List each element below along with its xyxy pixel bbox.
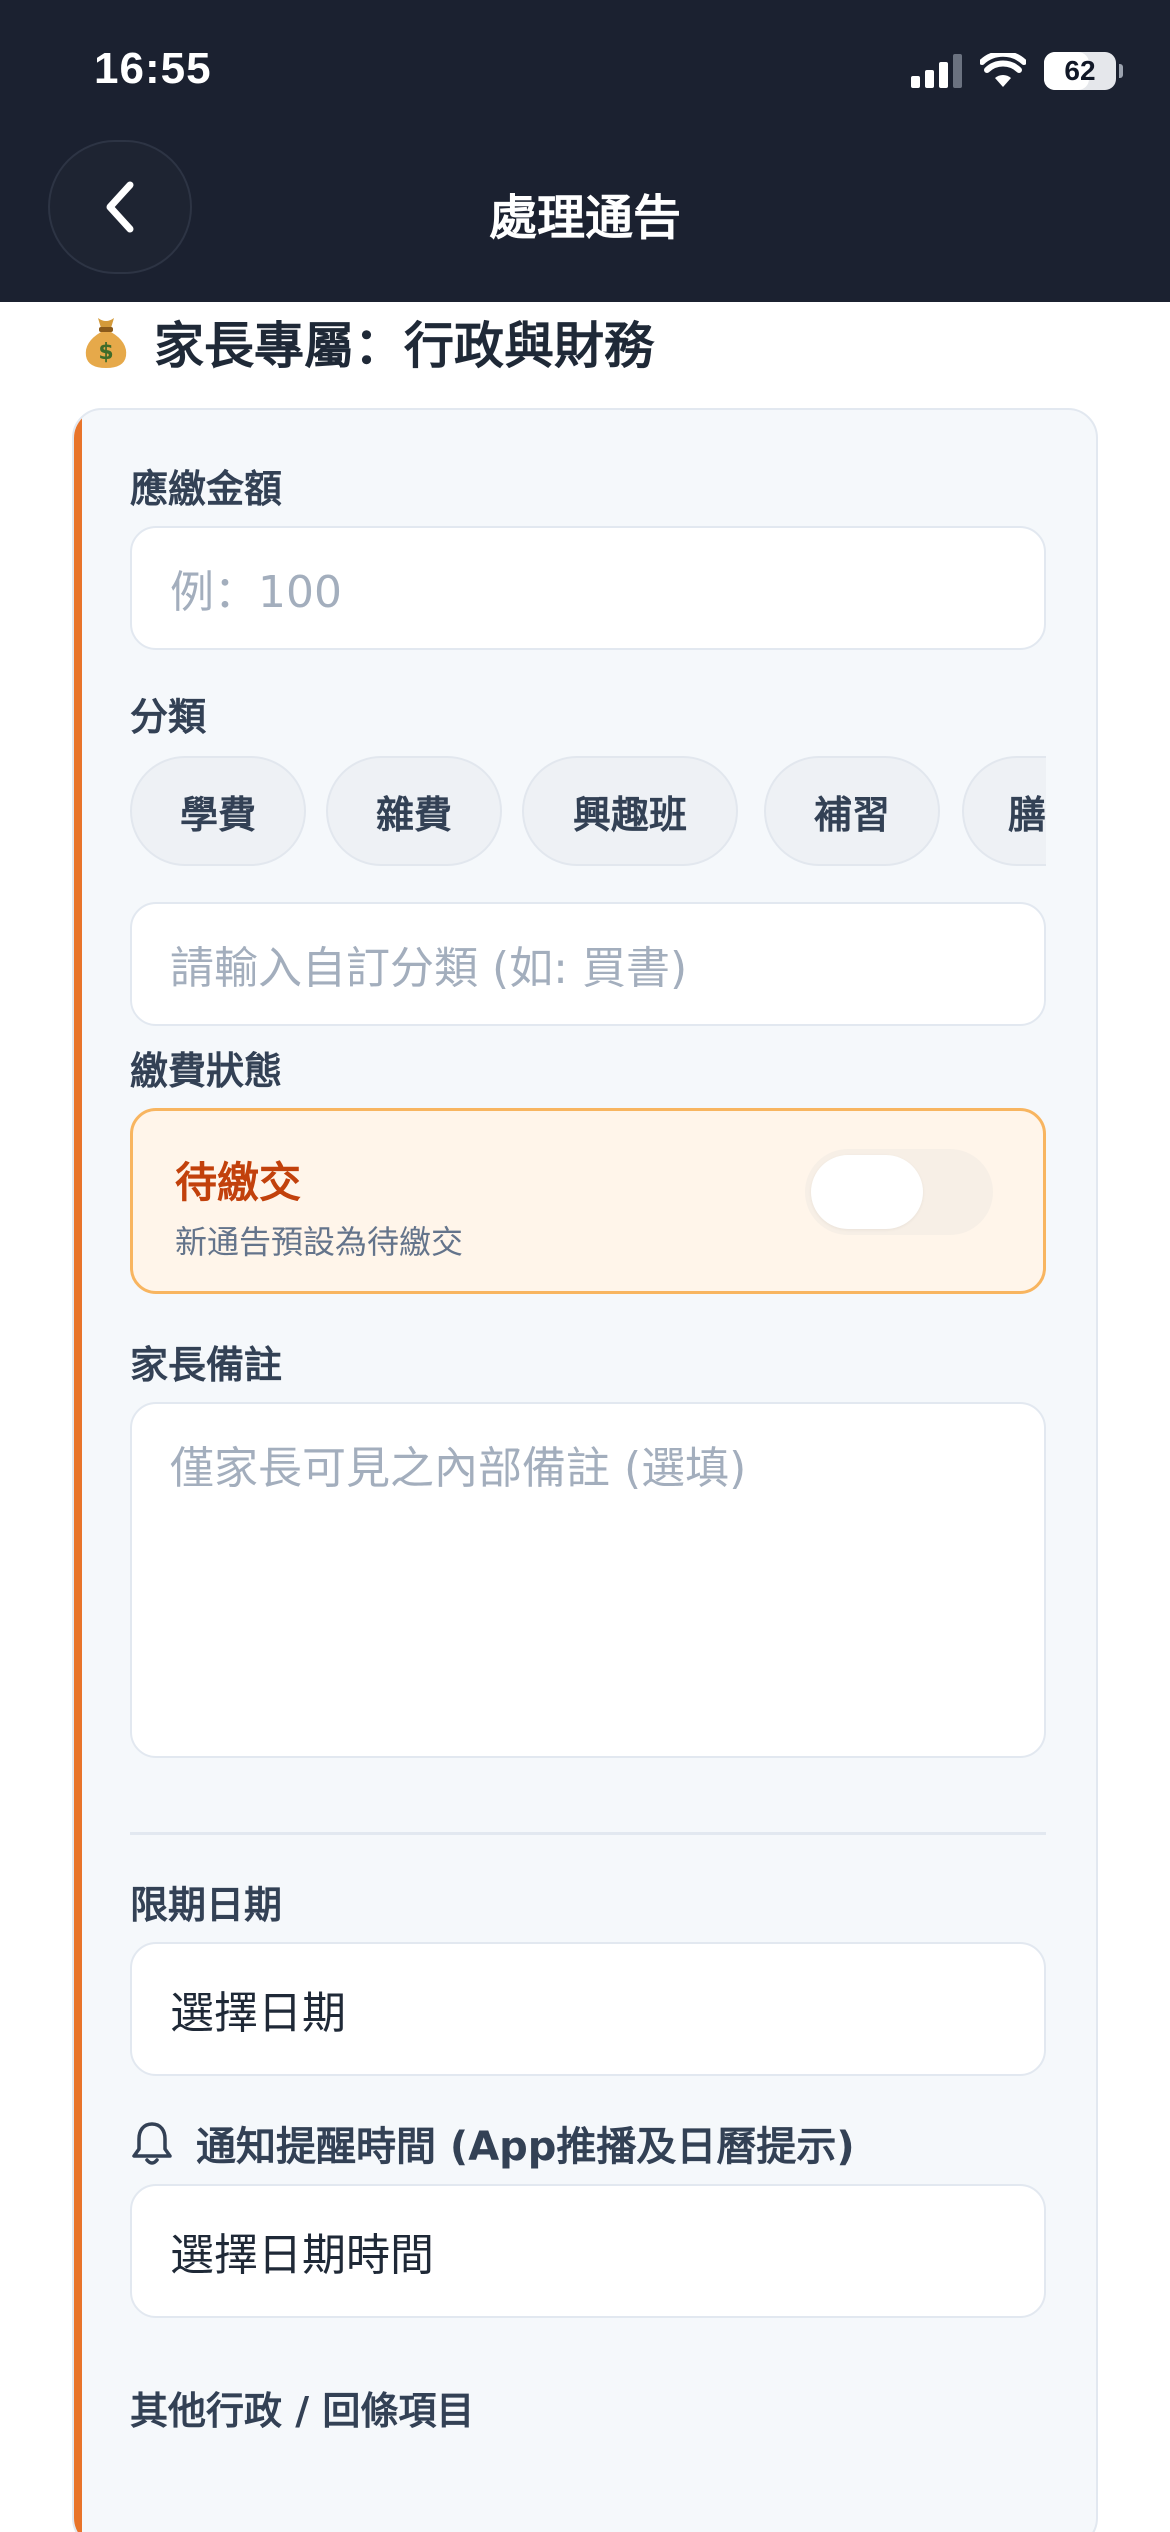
deadline-label: 限期日期 [130,1883,283,1927]
reminder-label: 通知提醒時間 (App推播及日曆提示) [196,2124,855,2170]
toggle-knob [811,1155,923,1229]
page-title: 處理通告 [488,190,681,246]
payment-status-title: 待繳交 [175,1158,302,1207]
status-icons: 62 [911,52,1123,90]
parent-note-label: 家長備註 [130,1343,283,1387]
chip-meals[interactable]: 膳 [962,756,1046,866]
chip-misc[interactable]: 雜費 [326,756,502,866]
reminder-datetime-picker[interactable]: 選擇日期時間 [130,2184,1046,2318]
parent-note-textarea[interactable]: 僅家長可見之內部備註 (選填) [130,1402,1046,1758]
amount-label: 應繳金額 [130,467,283,511]
category-label: 分類 [130,695,207,739]
other-items-label: 其他行政 / 回條項目 [130,2389,475,2433]
chip-tuition[interactable]: 學費 [130,756,306,866]
payment-status-label: 繳費狀態 [130,1049,283,1093]
chip-tutoring[interactable]: 補習 [764,756,940,866]
divider [130,1832,1046,1835]
status-time: 16:55 [94,44,212,93]
custom-category-input[interactable]: 請輸入自訂分類 (如: 買書) [130,902,1046,1026]
wifi-icon [980,53,1026,87]
battery-percent: 62 [1064,55,1096,86]
amount-input[interactable]: 例：100 [130,526,1046,650]
payment-status-subtitle: 新通告預設為待繳交 [175,1223,464,1261]
battery-icon: 62 [1044,52,1123,90]
svg-text:$: $ [98,340,113,365]
money-bag-icon: $ [85,318,127,368]
section-heading: $ 家長專屬：行政與財務 [80,306,654,378]
reminder-label-row: 通知提醒時間 (App推播及日曆提示) [130,2114,855,2172]
section-title: 家長專屬：行政與財務 [154,317,654,375]
deadline-date-picker[interactable]: 選擇日期 [130,1942,1046,2076]
cellular-signal-icon [911,54,962,88]
bell-icon [132,2122,172,2165]
payment-status-box: 待繳交 新通告預設為待繳交 [130,1108,1046,1294]
payment-status-toggle[interactable] [805,1149,993,1235]
category-chips: 學費 雜費 興趣班 補習 膳 [130,756,1046,866]
chip-interest-class[interactable]: 興趣班 [522,756,738,866]
top-bar: 16:55 62 處理通告 [0,0,1170,302]
card-accent-bar [74,410,82,2532]
